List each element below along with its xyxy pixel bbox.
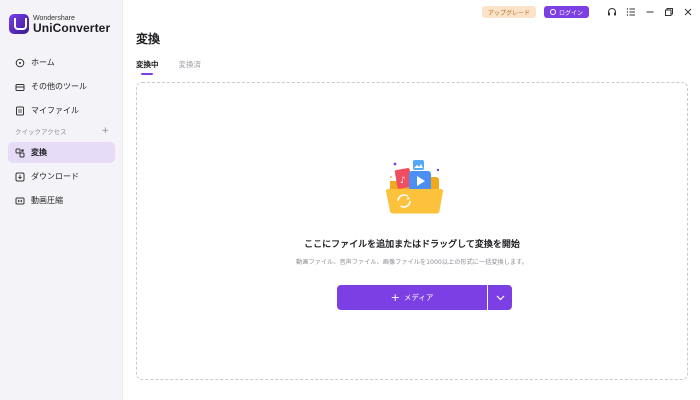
drop-zone-subtitle: 動画ファイル、音声ファイル、画像ファイルを1000以上の形式に一括変換します。 [296, 259, 528, 266]
plus-icon: + [390, 291, 400, 304]
home-icon [15, 58, 25, 68]
download-icon [15, 172, 25, 182]
compress-icon [15, 196, 25, 206]
user-icon [549, 9, 556, 15]
minimize-icon[interactable] [644, 6, 656, 18]
product-name: UniConverter [33, 20, 111, 35]
upgrade-button[interactable]: アップグレード [481, 6, 536, 18]
add-quick-access-icon[interactable]: + [101, 126, 109, 136]
tab-converting[interactable]: 変換中 [136, 59, 159, 75]
add-media-dropdown-button[interactable] [488, 285, 512, 310]
media-folder-illustration-icon: ♪ [385, 160, 444, 214]
sidebar-item-download[interactable]: ダウンロード [8, 166, 115, 187]
svg-text:♪: ♪ [400, 176, 406, 186]
login-button[interactable]: ログイン [543, 6, 589, 18]
close-icon[interactable] [682, 6, 694, 18]
file-icon [15, 106, 25, 116]
sidebar: Wondershare UniConverter ホーム その他のツール マイフ… [0, 0, 123, 400]
drop-zone-title: ここにファイルを追加またはドラッグして変換を開始 [304, 240, 520, 250]
uniconverter-logo-icon [9, 14, 29, 34]
add-media-button[interactable]: + メディア [337, 285, 487, 310]
quick-access-section: クイックアクセス + [8, 124, 115, 138]
login-label: ログイン [558, 9, 583, 17]
toolbox-icon [15, 82, 25, 92]
menu-list-icon[interactable] [625, 6, 637, 18]
quick-access-label: クイックアクセス [15, 128, 67, 136]
convert-icon [15, 148, 25, 158]
sidebar-item-label: 変換 [31, 148, 47, 157]
headset-support-icon[interactable] [606, 6, 618, 18]
sidebar-item-other-tools[interactable]: その他のツール [8, 76, 115, 97]
sidebar-item-label: マイファイル [31, 106, 79, 115]
sidebar-item-my-files[interactable]: マイファイル [8, 100, 115, 121]
sidebar-item-label: 動画圧縮 [31, 196, 63, 205]
chevron-down-icon [496, 295, 504, 300]
tab-bar: 変換中 変換済 [136, 59, 221, 75]
restore-window-icon[interactable] [663, 6, 675, 18]
title-bar: アップグレード ログイン [481, 5, 694, 19]
add-media-label: メディア [403, 293, 434, 302]
file-drop-zone[interactable]: ♪ ここにファイルを追加またはドラッグして変換を開始 動画ファイル、音声ファイル… [136, 82, 688, 380]
sidebar-item-video-compress[interactable]: 動画圧縮 [8, 190, 115, 211]
tab-converted[interactable]: 変換済 [179, 59, 202, 75]
sidebar-item-label: ダウンロード [31, 172, 79, 181]
sidebar-item-home[interactable]: ホーム [8, 52, 115, 73]
sidebar-item-label: その他のツール [31, 82, 87, 91]
sidebar-nav: ホーム その他のツール マイファイル クイックアクセス + 変換 ダウンロード … [8, 52, 115, 214]
sidebar-item-convert[interactable]: 変換 [8, 142, 115, 163]
sidebar-item-label: ホーム [31, 58, 55, 67]
app-logo: Wondershare UniConverter [9, 14, 110, 34]
page-title: 変換 [136, 32, 161, 46]
